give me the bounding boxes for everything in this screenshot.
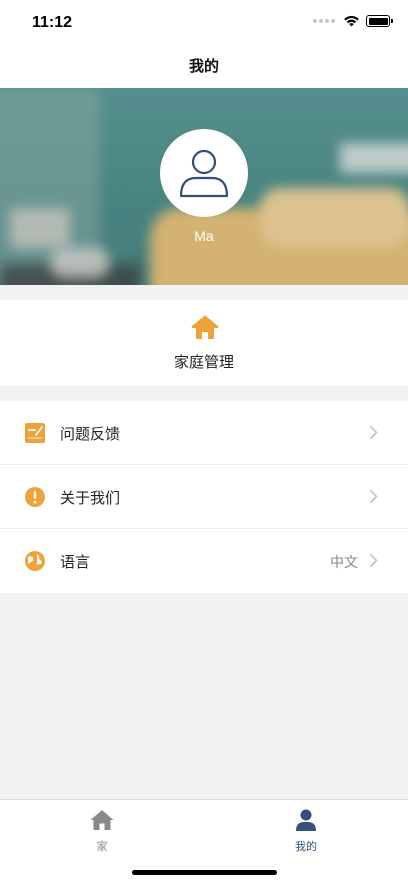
status-bar: 11:12	[0, 0, 408, 46]
person-icon	[296, 809, 316, 831]
language-value: 中文	[330, 555, 358, 571]
battery-icon	[366, 15, 393, 27]
nav-bar: 我的	[0, 46, 408, 88]
tab-mine[interactable]: 我的	[276, 808, 336, 854]
chevron-right-icon	[369, 489, 378, 504]
user-name: Ma	[194, 228, 214, 244]
tab-label: 家	[96, 840, 108, 853]
family-management-label: 家庭管理	[173, 353, 234, 371]
menu-item-label: 关于我们	[60, 489, 121, 507]
avatar[interactable]	[160, 129, 248, 217]
profile-banner: Ma	[0, 88, 408, 285]
chevron-right-icon	[369, 425, 378, 440]
menu-item-about[interactable]: 关于我们	[0, 465, 408, 529]
settings-menu: 问题反馈 关于我们 语言 中文	[0, 401, 408, 593]
family-management-button[interactable]: 家庭管理	[0, 300, 408, 386]
home-indicator	[132, 870, 277, 875]
home-icon	[90, 810, 114, 830]
signal-icon	[313, 19, 335, 23]
menu-item-feedback[interactable]: 问题反馈	[0, 401, 408, 465]
home-icon	[191, 315, 219, 339]
tab-home[interactable]: 家	[72, 808, 132, 854]
tab-label: 我的	[295, 840, 317, 853]
menu-item-label: 问题反馈	[60, 425, 121, 443]
menu-item-label: 语言	[60, 553, 91, 571]
status-time: 11:12	[32, 14, 73, 31]
globe-icon	[25, 551, 45, 571]
feedback-icon	[25, 423, 45, 443]
wifi-icon	[344, 15, 359, 27]
page-title: 我的	[188, 57, 219, 75]
menu-item-language[interactable]: 语言 中文	[0, 529, 408, 593]
status-icons	[313, 15, 393, 27]
chevron-right-icon	[369, 553, 378, 568]
info-icon	[25, 487, 45, 507]
user-outline-icon	[179, 149, 229, 198]
